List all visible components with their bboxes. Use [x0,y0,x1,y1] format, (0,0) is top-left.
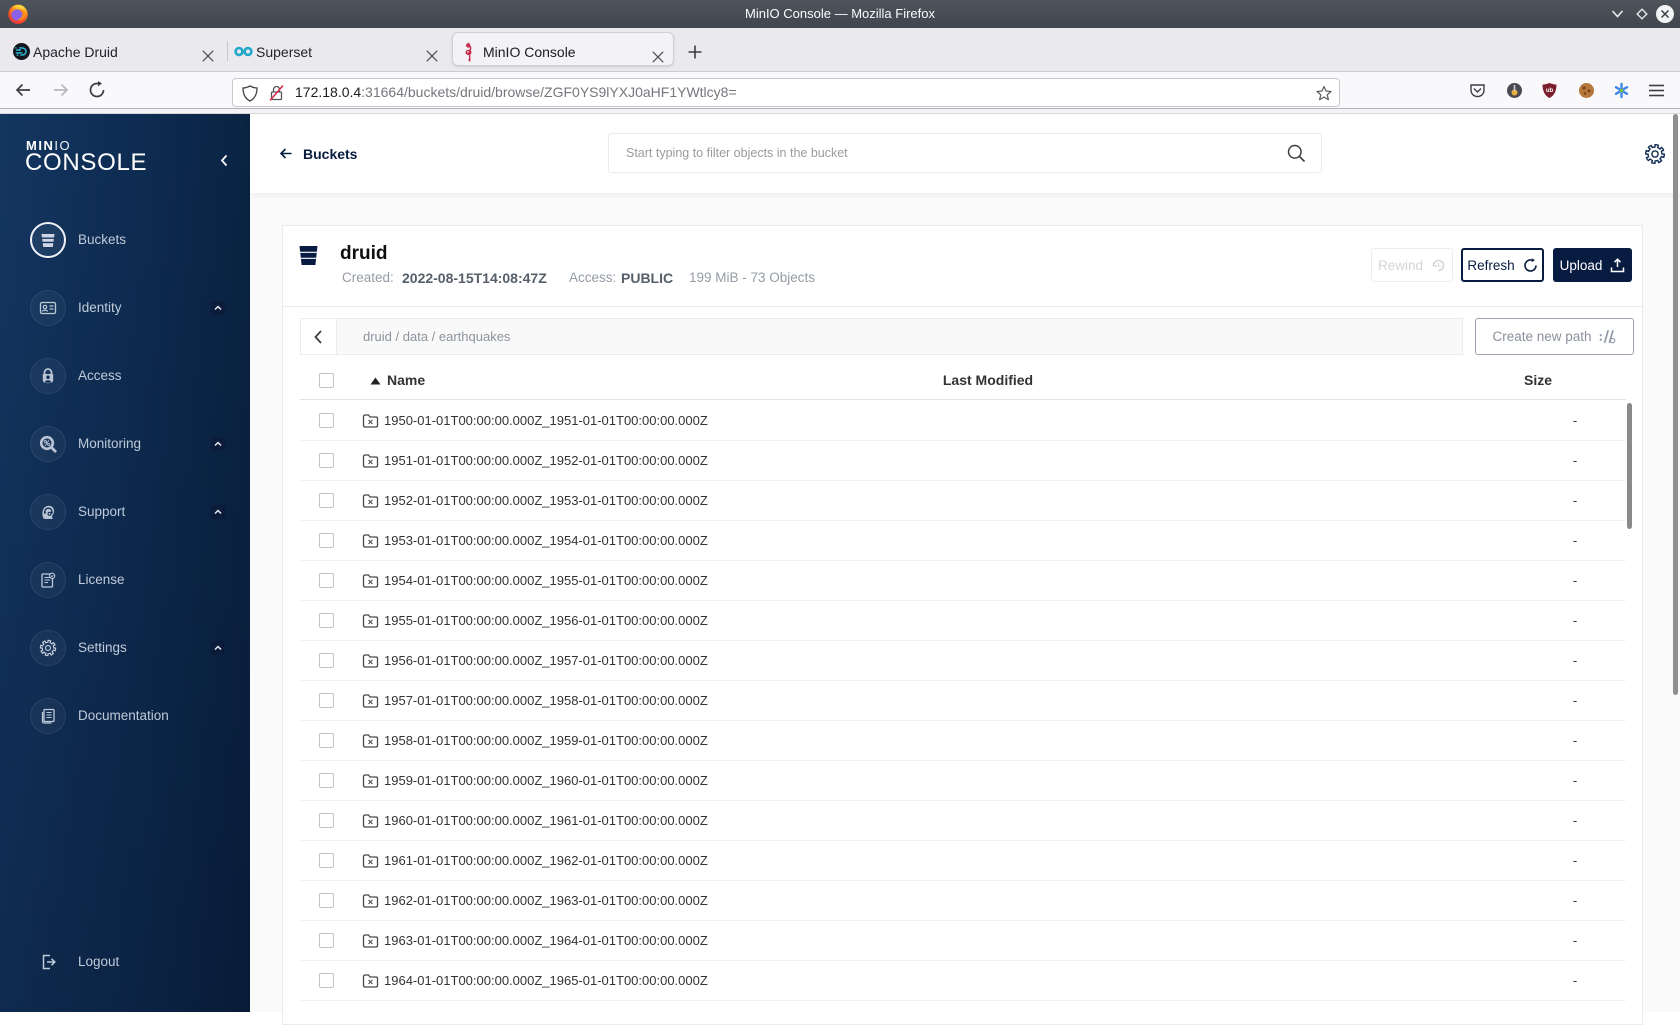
svg-text:ub: ub [1546,88,1554,94]
